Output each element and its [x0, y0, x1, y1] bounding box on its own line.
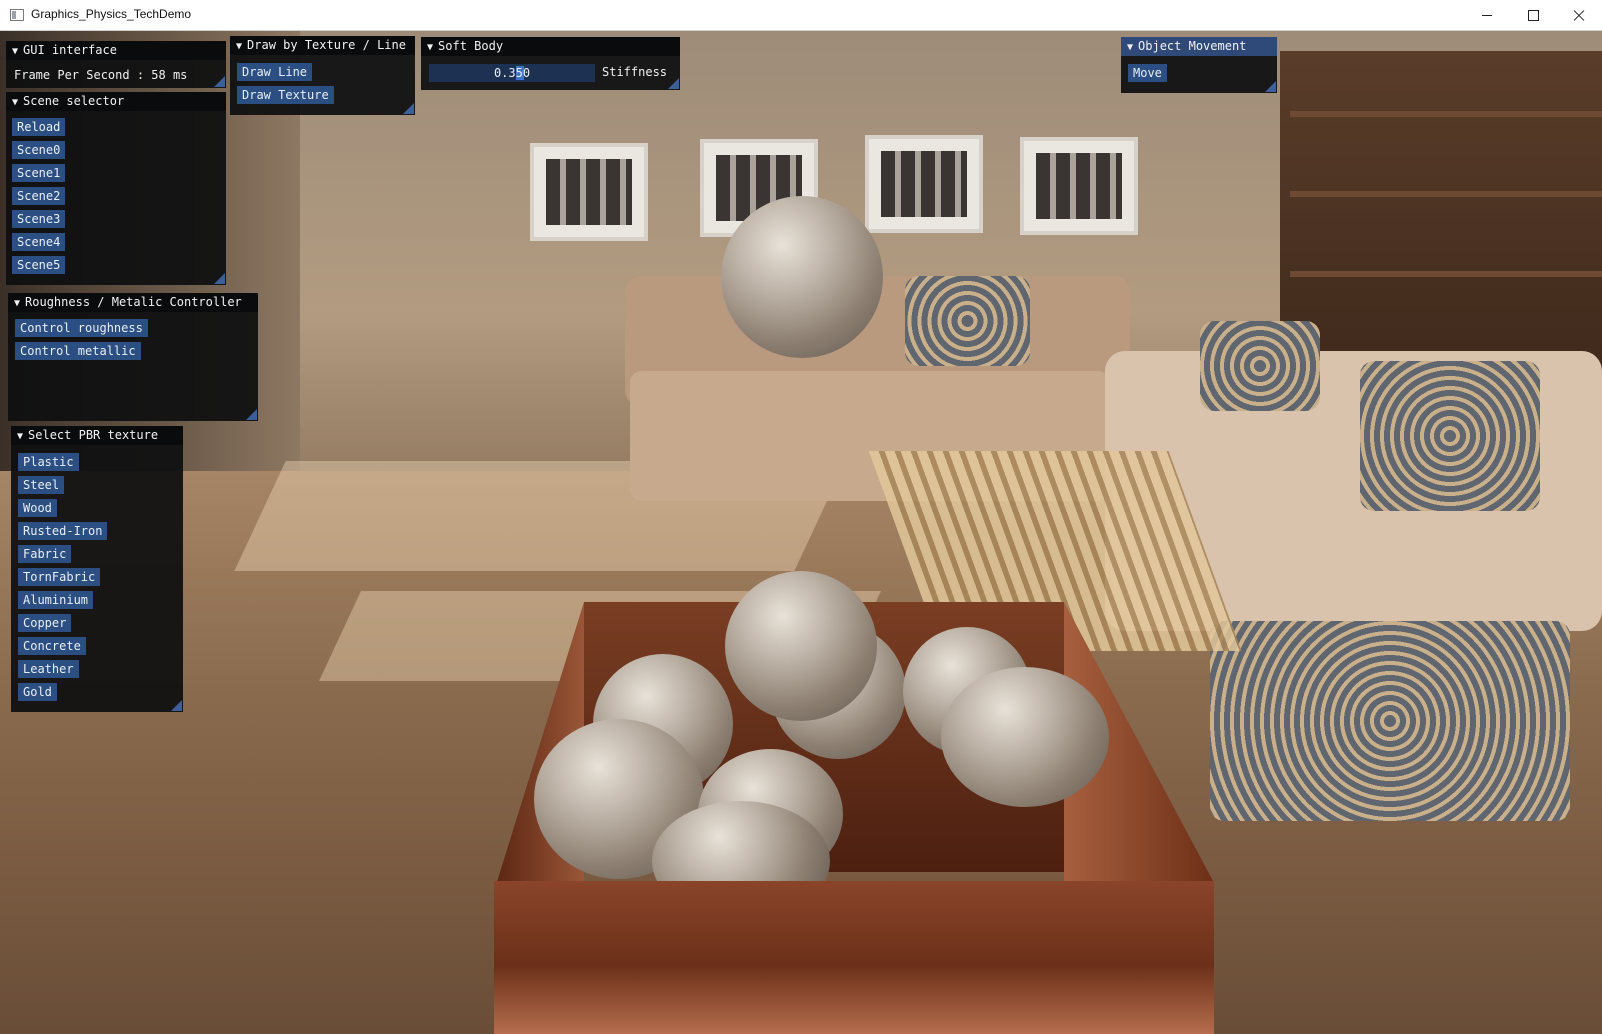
scene-pillow: [905, 276, 1030, 366]
stiffness-label: Stiffness: [602, 65, 668, 79]
scene0-button[interactable]: Scene0: [12, 141, 66, 159]
scene3-button[interactable]: Scene3: [12, 210, 66, 228]
texture-steel-button[interactable]: Steel: [18, 476, 65, 494]
texture-copper-button[interactable]: Copper: [18, 614, 72, 632]
scene-sphere[interactable]: [725, 571, 877, 721]
control-metallic-button[interactable]: Control metallic: [15, 342, 141, 360]
texture-concrete-button[interactable]: Concrete: [18, 637, 86, 655]
triangle-down-icon[interactable]: ▼: [17, 427, 23, 446]
stiffness-slider[interactable]: 0.350: [429, 64, 595, 82]
panel-title-bar[interactable]: ▼ Roughness / Metalic Controller: [8, 293, 258, 312]
resize-grip[interactable]: [1265, 81, 1276, 92]
resize-grip[interactable]: [246, 409, 257, 420]
panel-soft-body: ▼ Soft Body 0.350 Stiffness: [421, 37, 680, 90]
panel-title-bar[interactable]: ▼ Select PBR texture: [11, 426, 183, 445]
scene-shelf: [1290, 191, 1602, 197]
panel-select-pbr-texture: ▼ Select PBR texture Plastic Steel Wood R…: [11, 426, 183, 712]
panel-title: Select PBR texture: [28, 428, 159, 442]
triangle-down-icon[interactable]: ▼: [12, 42, 18, 61]
panel-title-bar[interactable]: ▼ Draw by Texture / Line: [230, 36, 415, 55]
panel-roughness-metalic: ▼ Roughness / Metalic Controller Control …: [8, 293, 258, 421]
draw-texture-button[interactable]: Draw Texture: [237, 86, 334, 104]
scene-sphere[interactable]: [941, 667, 1109, 807]
render-viewport[interactable]: [0, 31, 1602, 1034]
texture-aluminium-button[interactable]: Aluminium: [18, 591, 94, 609]
scene-shelf: [1290, 271, 1602, 277]
stiffness-value: 0.350: [493, 66, 531, 80]
control-roughness-button[interactable]: Control roughness: [15, 319, 148, 337]
panel-draw-mode: ▼ Draw by Texture / Line Draw Line Draw T…: [230, 36, 415, 115]
texture-fabric-button[interactable]: Fabric: [18, 545, 72, 563]
scene-picture-frame: [865, 135, 983, 233]
texture-plastic-button[interactable]: Plastic: [18, 453, 79, 471]
panel-title: Draw by Texture / Line: [247, 38, 406, 52]
panel-gui-interface: ▼ GUI interface Frame Per Second : 58 ms: [6, 41, 226, 88]
resize-grip[interactable]: [171, 700, 182, 711]
scene5-button[interactable]: Scene5: [12, 256, 66, 274]
scene1-button[interactable]: Scene1: [12, 164, 66, 182]
panel-title: Object Movement: [1138, 39, 1247, 53]
panel-title: Soft Body: [438, 39, 504, 53]
app-icon: [10, 9, 24, 21]
texture-leather-button[interactable]: Leather: [18, 660, 79, 678]
minimize-icon[interactable]: [1464, 0, 1510, 30]
reload-button[interactable]: Reload: [12, 118, 66, 136]
resize-grip[interactable]: [403, 103, 414, 114]
scene-picture-frame: [1020, 137, 1138, 235]
scene-pillow: [1360, 361, 1540, 511]
triangle-down-icon[interactable]: ▼: [236, 37, 242, 56]
resize-grip[interactable]: [214, 76, 225, 87]
move-button[interactable]: Move: [1128, 64, 1167, 82]
scene-box-front: [494, 881, 1214, 1034]
scene-sphere-falling[interactable]: [721, 196, 883, 358]
scene4-button[interactable]: Scene4: [12, 233, 66, 251]
window-titlebar[interactable]: Graphics_Physics_TechDemo: [0, 0, 1602, 31]
texture-tornfabric-button[interactable]: TornFabric: [18, 568, 101, 586]
resize-grip[interactable]: [668, 78, 679, 89]
triangle-down-icon[interactable]: ▼: [14, 294, 20, 313]
triangle-down-icon[interactable]: ▼: [427, 38, 433, 57]
texture-rusted-iron-button[interactable]: Rusted-Iron: [18, 522, 108, 540]
scene-pillow: [1210, 621, 1570, 821]
panel-object-movement: ▼ Object Movement Move: [1121, 37, 1277, 93]
scene-pillow: [1200, 321, 1320, 411]
maximize-icon[interactable]: [1510, 0, 1556, 30]
triangle-down-icon[interactable]: ▼: [12, 93, 18, 112]
panel-title-bar[interactable]: ▼ Soft Body: [421, 37, 680, 56]
triangle-down-icon[interactable]: ▼: [1127, 38, 1133, 57]
panel-title-bar[interactable]: ▼ Object Movement: [1121, 37, 1277, 56]
panel-title-bar[interactable]: ▼ GUI interface: [6, 41, 226, 60]
scene2-button[interactable]: Scene2: [12, 187, 66, 205]
scene-shelf: [1290, 111, 1602, 117]
texture-gold-button[interactable]: Gold: [18, 683, 57, 701]
close-icon[interactable]: [1556, 0, 1602, 30]
texture-wood-button[interactable]: Wood: [18, 499, 57, 517]
scene-picture-frame: [530, 143, 648, 241]
panel-title: Scene selector: [23, 94, 125, 108]
draw-line-button[interactable]: Draw Line: [237, 63, 313, 81]
panel-title-bar[interactable]: ▼ Scene selector: [6, 92, 226, 111]
resize-grip[interactable]: [214, 273, 225, 284]
panel-title: GUI interface: [23, 43, 117, 57]
panel-title: Roughness / Metalic Controller: [25, 295, 242, 309]
panel-scene-selector: ▼ Scene selector Reload Scene0 Scene1 Sce…: [6, 92, 226, 285]
fps-text: Frame Per Second : 58 ms: [14, 68, 188, 82]
window-title: Graphics_Physics_TechDemo: [31, 7, 192, 21]
